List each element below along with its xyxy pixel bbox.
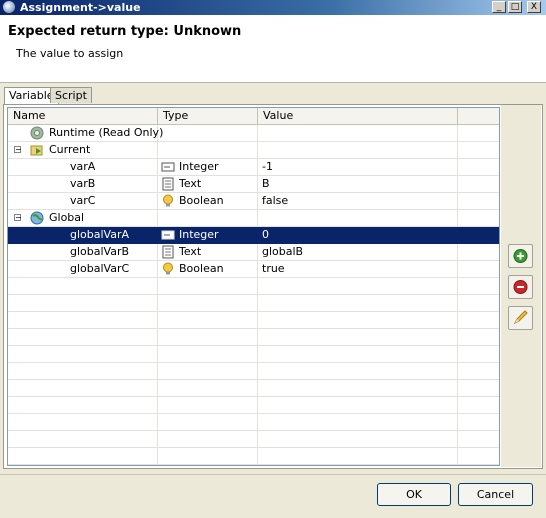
table-row[interactable]: varB Text B: [8, 176, 499, 193]
header-subtitle: The value to assign: [16, 47, 124, 60]
row-type: Text: [179, 177, 202, 190]
variable-table[interactable]: Name Type Value Runtime (Read Only) − Cu…: [7, 107, 500, 466]
integer-icon: [161, 228, 175, 242]
header-title: Expected return type: Unknown: [8, 24, 242, 39]
row-type: Text: [179, 245, 202, 258]
collapse-icon[interactable]: −: [14, 146, 22, 154]
table-row[interactable]: globalVarC Boolean true: [8, 261, 499, 278]
row-type: Boolean: [179, 262, 224, 275]
row-value[interactable]: B: [262, 176, 270, 192]
empty-row: [8, 431, 499, 448]
empty-row: [8, 312, 499, 329]
row-name: Runtime (Read Only): [49, 126, 164, 139]
row-type: Integer: [179, 160, 219, 173]
cancel-button[interactable]: Cancel: [458, 483, 533, 506]
text-icon: [161, 245, 175, 259]
row-value[interactable]: globalB: [262, 244, 303, 260]
table-row[interactable]: varA Integer -1: [8, 159, 499, 176]
row-name: Current: [49, 143, 91, 156]
minimize-button[interactable]: _: [492, 1, 506, 13]
globe-icon: [30, 211, 44, 225]
maximize-button[interactable]: □: [508, 1, 522, 13]
remove-variable-button[interactable]: [508, 275, 533, 299]
close-button[interactable]: X: [527, 1, 541, 13]
collapse-icon[interactable]: −: [14, 214, 22, 222]
ok-button[interactable]: OK: [377, 483, 451, 506]
row-value[interactable]: 0: [262, 227, 269, 243]
folder-arrow-icon: [30, 143, 44, 157]
integer-icon: [161, 160, 175, 174]
dialog-header: Expected return type: Unknown The value …: [0, 15, 546, 83]
row-type: Integer: [179, 228, 219, 241]
empty-row: [8, 363, 499, 380]
add-icon: [513, 249, 528, 263]
app-icon: [3, 1, 15, 13]
window-title: Assignment->value: [20, 1, 141, 14]
tab-script[interactable]: Script: [50, 87, 92, 103]
column-header-name[interactable]: Name: [8, 108, 158, 124]
row-name: varA: [70, 160, 96, 173]
empty-row: [8, 346, 499, 363]
pencil-icon: [513, 310, 528, 325]
row-name: varB: [70, 177, 96, 190]
empty-row: [8, 448, 499, 465]
column-header-type[interactable]: Type: [158, 108, 258, 124]
edit-variable-button[interactable]: [508, 306, 533, 330]
row-name: Global: [49, 211, 85, 224]
footer-separator: [0, 474, 546, 475]
title-bar: Assignment->value _ □ X: [0, 0, 546, 15]
row-name: varC: [70, 194, 96, 207]
table-row[interactable]: Runtime (Read Only): [8, 125, 499, 142]
table-row[interactable]: globalVarB Text globalB: [8, 244, 499, 261]
row-name: globalVarB: [70, 245, 130, 258]
row-value[interactable]: false: [262, 193, 288, 209]
text-icon: [161, 177, 175, 191]
row-name: globalVarA: [70, 228, 130, 241]
column-header-filler: [458, 108, 499, 124]
table-row[interactable]: globalVarA Integer 0: [8, 227, 499, 244]
boolean-bulb-icon: [161, 262, 175, 276]
row-name: globalVarC: [70, 262, 130, 275]
table-row[interactable]: − Global: [8, 210, 499, 227]
table-row[interactable]: − Current: [8, 142, 499, 159]
table-row[interactable]: varC Boolean false: [8, 193, 499, 210]
row-value[interactable]: -1: [262, 159, 273, 175]
add-variable-button[interactable]: [508, 244, 533, 268]
empty-row: [8, 397, 499, 414]
empty-row: [8, 380, 499, 397]
gear-globe-icon: [30, 126, 44, 140]
empty-row: [8, 329, 499, 346]
table-header: Name Type Value: [8, 108, 499, 125]
side-toolbar: [501, 105, 541, 467]
empty-row: [8, 278, 499, 295]
empty-row: [8, 414, 499, 431]
empty-row: [8, 295, 499, 312]
row-value[interactable]: true: [262, 261, 285, 277]
row-type: Boolean: [179, 194, 224, 207]
column-header-value[interactable]: Value: [258, 108, 458, 124]
remove-icon: [513, 280, 528, 294]
boolean-bulb-icon: [161, 194, 175, 208]
